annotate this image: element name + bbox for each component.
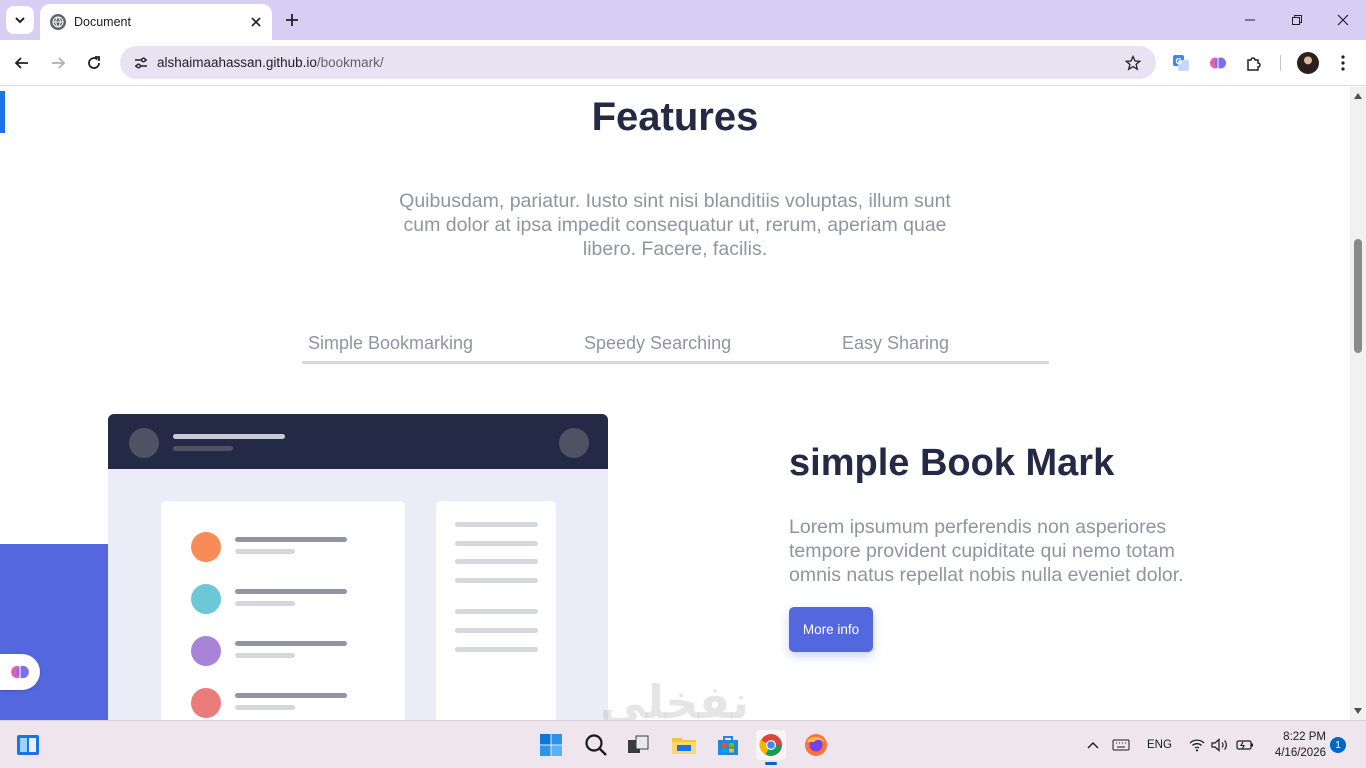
clock-date: 4/16/2026 [1274, 747, 1326, 759]
side-bar [455, 559, 538, 564]
list-bar [235, 589, 347, 594]
side-bar [455, 578, 538, 583]
browser-tab[interactable]: Document [40, 4, 272, 40]
orange-dot [191, 532, 221, 562]
purple-dot [191, 636, 221, 666]
reload-icon [88, 56, 100, 69]
plus-icon [286, 14, 298, 26]
minimize-icon [1245, 19, 1255, 21]
brain-icon [11, 665, 29, 679]
tab-speedy-searching[interactable]: Speedy Searching [584, 333, 731, 354]
feature-title: simple Book Mark [789, 442, 1115, 484]
site-settings-icon[interactable] [128, 50, 154, 76]
restore-icon [1292, 15, 1302, 25]
show-hidden-icons-chevron-icon[interactable] [1078, 730, 1108, 760]
page-viewport: Features Quibusdam, pariatur. Iusto sint… [0, 87, 1350, 720]
close-window-button[interactable] [1329, 6, 1357, 34]
menu-button[interactable] [1329, 49, 1357, 77]
red-dot [191, 688, 221, 718]
search-icon[interactable] [581, 730, 611, 760]
forward-button[interactable] [44, 49, 72, 77]
kebab-menu-icon [1341, 55, 1345, 71]
translate-extension-icon[interactable]: G [1167, 49, 1195, 77]
illustration-side-card [436, 501, 556, 720]
side-bar [455, 541, 538, 546]
more-info-button[interactable]: More info [789, 607, 873, 652]
cyan-dot [191, 584, 221, 614]
chevron-down-icon [15, 17, 25, 24]
arrow-left-icon [14, 57, 28, 69]
bookmark-star-icon[interactable] [1122, 52, 1144, 74]
scrollbar-thumb[interactable] [1354, 239, 1362, 353]
side-bar [455, 609, 538, 614]
page-title: Features [591, 95, 759, 139]
reload-button[interactable] [80, 49, 108, 77]
scroll-up-arrow-icon[interactable] [1350, 89, 1366, 103]
extensions-puzzle-icon[interactable] [1240, 49, 1268, 77]
watermark-logo: نفخلي [600, 675, 749, 720]
firefox-icon[interactable] [801, 730, 831, 760]
list-bar [235, 537, 347, 542]
globe-icon [50, 14, 66, 30]
illustration-menu-dot [559, 428, 589, 458]
keyboard-icon[interactable] [1106, 730, 1136, 760]
side-bar [455, 628, 538, 633]
scroll-down-arrow-icon[interactable] [1350, 704, 1366, 718]
list-bar [235, 601, 295, 606]
system-clock[interactable]: 8:22 PM 4/16/2026 [1262, 729, 1326, 761]
decorative-blue-shape [0, 544, 108, 720]
list-bar [235, 549, 295, 554]
list-bar [235, 705, 295, 710]
side-bar [455, 522, 538, 527]
arrow-right-icon [52, 57, 66, 69]
illustration-subtitle-line [173, 446, 233, 451]
address-bar[interactable]: alshaimaahassan.github.io/bookmark/ [120, 46, 1156, 79]
minimize-button[interactable] [1236, 6, 1264, 34]
illustration-header [108, 414, 608, 469]
windows-start-icon[interactable] [536, 730, 566, 760]
widgets-icon[interactable] [13, 730, 43, 760]
restore-button[interactable] [1283, 6, 1311, 34]
task-view-icon[interactable] [623, 730, 653, 760]
close-icon [1337, 14, 1349, 26]
tab-simple-bookmarking[interactable]: Simple Bookmarking [308, 333, 473, 354]
illustration-title-line [173, 434, 285, 439]
browser-toolbar: alshaimaahassan.github.io/bookmark/ G [0, 40, 1366, 86]
file-explorer-icon[interactable] [669, 730, 699, 760]
list-bar [235, 653, 295, 658]
windows-taskbar: ENG 8:22 PM 4/16/2026 1 [0, 720, 1366, 768]
feature-tabs: Simple Bookmarking Speedy Searching Easy… [302, 327, 1049, 364]
illustration-list-card [161, 501, 405, 720]
battery-icon[interactable] [1230, 730, 1260, 760]
page-scrollbar[interactable] [1350, 87, 1366, 720]
svg-text:G: G [1176, 57, 1182, 66]
side-bar [455, 647, 538, 652]
tab-easy-sharing[interactable]: Easy Sharing [842, 333, 949, 354]
url-text: alshaimaahassan.github.io/bookmark/ [157, 55, 384, 70]
profile-avatar[interactable] [1297, 52, 1319, 74]
tab-strip: Document [0, 0, 1366, 40]
toolbar-separator [1280, 55, 1281, 71]
brain-extension-icon[interactable] [1204, 49, 1232, 77]
microsoft-store-icon[interactable] [713, 730, 743, 760]
tab-title: Document [74, 15, 131, 29]
bookmark-illustration [108, 414, 608, 720]
notification-badge[interactable]: 1 [1330, 737, 1346, 753]
new-tab-button[interactable] [280, 8, 304, 32]
tab-search-button[interactable] [6, 6, 34, 34]
close-tab-icon[interactable] [248, 14, 264, 30]
list-bar [235, 641, 347, 646]
url-path: /bookmark/ [316, 55, 384, 70]
clock-time: 8:22 PM [1283, 731, 1326, 743]
list-bar [235, 693, 347, 698]
floating-ai-button[interactable] [0, 654, 40, 690]
language-indicator[interactable]: ENG [1147, 739, 1172, 751]
illustration-avatar-dot [129, 428, 159, 458]
features-intro: Quibusdam, pariatur. Iusto sint nisi bla… [399, 190, 951, 260]
feature-description: Lorem ipsumum perferendis non asperiores… [789, 516, 1184, 586]
back-button[interactable] [8, 49, 36, 77]
url-host: alshaimaahassan.github.io [157, 55, 317, 70]
chrome-icon[interactable] [756, 730, 786, 765]
